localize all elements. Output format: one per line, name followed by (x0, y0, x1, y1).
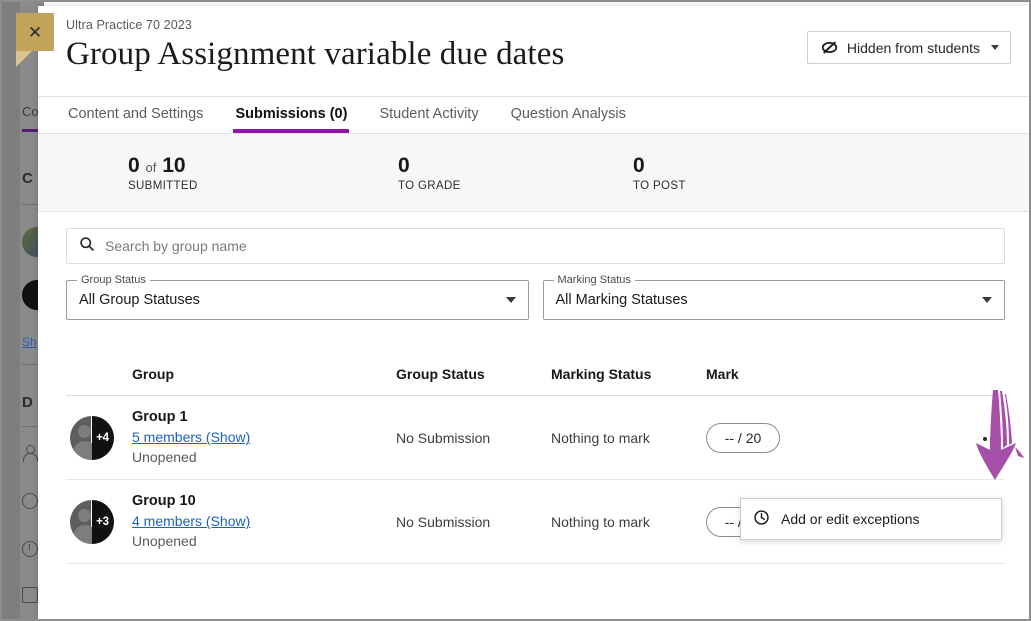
search-box[interactable] (66, 228, 1005, 264)
mark-pill[interactable]: -- / 20 (706, 422, 780, 453)
group-status-select[interactable]: Group Status All Group Statuses (66, 274, 529, 320)
person-icon (22, 445, 38, 462)
background-fragment-tab: Co (22, 104, 39, 119)
group-status-legend: Group Status (77, 274, 150, 286)
filter-row: Group Status All Group Statuses Marking … (38, 274, 1029, 338)
stat-to-grade-label: TO GRADE (398, 180, 461, 193)
stat-to-post-value: 0 (633, 154, 645, 177)
document-icon (22, 587, 38, 603)
stat-submitted-value: 0 of 10 (128, 154, 186, 177)
close-panel-button[interactable]: ✕ (16, 13, 54, 67)
tab-bar: Content and Settings Submissions (0) Stu… (38, 96, 1029, 134)
group-members-link[interactable]: 5 members (Show) (132, 427, 396, 447)
cell-marking-status: Nothing to mark (551, 429, 650, 446)
stat-to-post: 0 TO POST (633, 154, 868, 193)
column-header-group: Group (132, 365, 174, 382)
submission-stats: 0 of 10 SUBMITTED 0 TO GRADE 0 TO POST (38, 134, 1029, 212)
cell-marking-status: Nothing to mark (551, 513, 650, 530)
menu-item-label: Add or edit exceptions (781, 511, 920, 527)
avatar-person-icon (70, 415, 97, 460)
stat-submitted-label: SUBMITTED (128, 180, 198, 193)
visibility-dropdown-button[interactable]: Hidden from students (806, 31, 1011, 64)
stat-to-grade-value: 0 (398, 154, 410, 177)
search-icon (79, 236, 95, 257)
group-opened-status: Unopened (132, 448, 197, 465)
menu-item-add-or-edit-exceptions[interactable]: Add or edit exceptions (741, 499, 1001, 539)
stat-submitted: 0 of 10 SUBMITTED (128, 154, 398, 193)
background-left-rail (2, 2, 20, 619)
visibility-label: Hidden from students (846, 39, 980, 56)
group-name: Group 10 (132, 492, 196, 509)
row-options-menu: Add or edit exceptions (740, 498, 1002, 540)
group-avatar: +4 (70, 415, 114, 460)
avatar-count-label: +4 (96, 431, 109, 444)
group-name: Group 1 (132, 408, 188, 425)
group-status-value: All Group Statuses (79, 292, 200, 308)
close-badge-ribbon-tail (16, 51, 32, 67)
stat-to-grade: 0 TO GRADE (398, 154, 633, 193)
search-section (38, 212, 1029, 278)
cell-mark: -- / 20 (706, 422, 891, 453)
clock-icon (753, 509, 770, 529)
stat-to-post-label: TO POST (633, 180, 686, 193)
background-fragment-heading: C (22, 170, 33, 187)
hidden-eye-slash-icon (821, 39, 838, 56)
marking-status-value: All Marking Statuses (555, 292, 688, 308)
circle-icon (22, 493, 38, 509)
group-opened-status: Unopened (132, 532, 197, 549)
cell-group-status: No Submission (396, 429, 491, 446)
search-input[interactable] (105, 238, 992, 254)
table-header-row: Group Group Status Marking Status Mark (66, 352, 1005, 396)
marking-status-legend: Marking Status (553, 274, 635, 286)
cell-group-status: No Submission (396, 513, 491, 530)
tab-submissions[interactable]: Submissions (0) (233, 98, 350, 133)
tab-student-activity[interactable]: Student Activity (377, 98, 480, 133)
cell-group: Group 1 5 members (Show) Unopened (66, 408, 396, 467)
row-options-kebab-icon[interactable] (979, 431, 1005, 447)
group-avatar: +3 (70, 499, 114, 544)
avatar-overflow-count: +4 (92, 415, 114, 460)
cell-group: Group 10 4 members (Show) Unopened (66, 492, 396, 551)
table-row[interactable]: +4 Group 1 5 members (Show) Unopened No … (66, 396, 1005, 480)
column-header-marking-status: Marking Status (551, 365, 652, 382)
avatar-count-label: +3 (96, 515, 109, 528)
tab-question-analysis[interactable]: Question Analysis (509, 98, 628, 133)
tab-content-and-settings[interactable]: Content and Settings (66, 98, 205, 133)
breadcrumb: Ultra Practice 70 2023 (66, 18, 192, 32)
chevron-down-icon (982, 297, 992, 303)
close-badge-square: ✕ (16, 13, 54, 51)
cell-actions (891, 428, 1005, 447)
close-icon: ✕ (27, 22, 43, 42)
background-fragment-details: D (22, 394, 33, 411)
marking-status-select[interactable]: Marking Status All Marking Statuses (542, 274, 1005, 320)
column-header-mark: Mark (706, 365, 739, 382)
avatar-overflow-count: +3 (92, 499, 114, 544)
chevron-down-icon (505, 297, 516, 303)
group-members-link[interactable]: 4 members (Show) (132, 511, 396, 531)
screenshot-root: Co C Sh D Ultra Practice 70 2023 Group A… (0, 0, 1031, 621)
column-header-group-status: Group Status (396, 365, 485, 382)
chevron-down-icon (991, 45, 999, 50)
avatar-person-icon (70, 499, 97, 544)
background-fragment-link: Sh (22, 335, 37, 349)
panel-header: Ultra Practice 70 2023 Group Assignment … (38, 6, 1029, 96)
clock-icon (22, 541, 38, 557)
